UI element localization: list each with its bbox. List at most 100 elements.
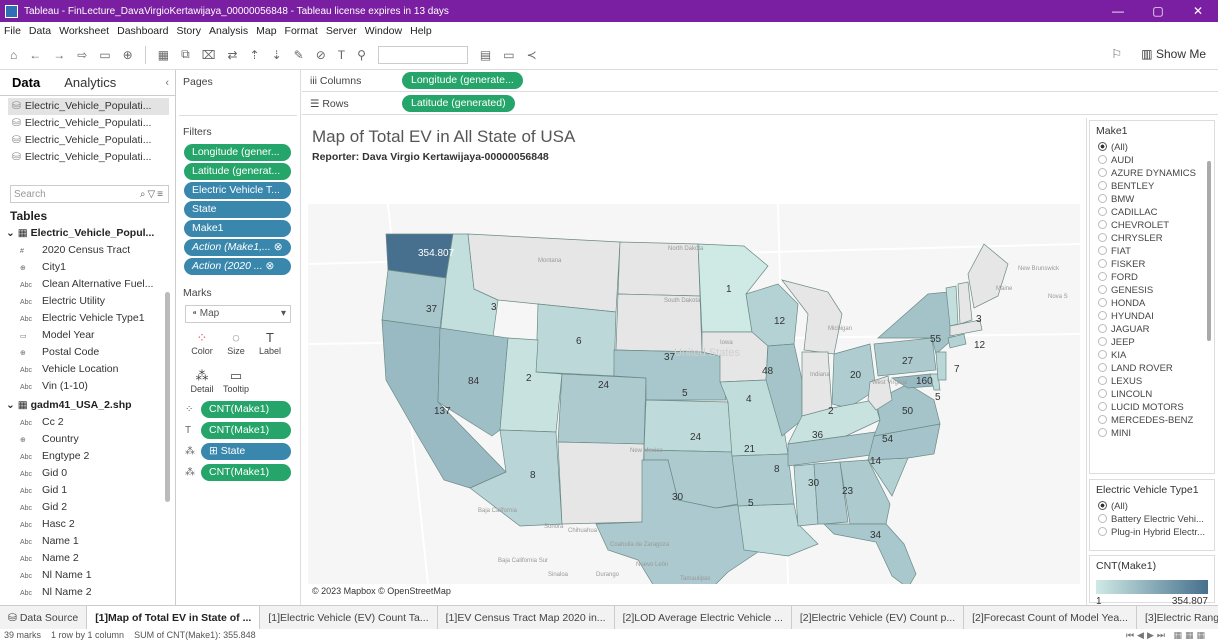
filter-radio-item[interactable]: GENESIS	[1090, 284, 1214, 297]
filter-radio-item[interactable]: Plug-in Hybrid Electr...	[1090, 526, 1214, 539]
pages-card[interactable]: Pages	[179, 72, 297, 116]
filter-radio-item[interactable]: FORD	[1090, 271, 1214, 284]
filter-pill[interactable]: Make1	[184, 220, 291, 237]
field-item[interactable]: ⊕ City1	[0, 259, 175, 276]
field-item[interactable]: Abc Name 1	[0, 533, 175, 550]
filter-radio-item[interactable]: FIAT	[1090, 245, 1214, 258]
datasource-item[interactable]: ⛁ Electric_Vehicle_Populati...	[0, 115, 175, 132]
detail-button[interactable]: ⁂ Detail	[185, 365, 219, 399]
filter-radio-item[interactable]: CHRYSLER	[1090, 232, 1214, 245]
tab-data-source[interactable]: ⛁ Data Source	[0, 606, 88, 629]
make-filter-scrollbar[interactable]	[1207, 161, 1211, 341]
filter-radio-item[interactable]: AZURE DYNAMICS	[1090, 167, 1214, 180]
connect-icon[interactable]: ⇨	[77, 48, 87, 62]
filter-radio-item[interactable]: LUCID MOTORS	[1090, 401, 1214, 414]
mark-pill[interactable]: CNT(Make1)	[201, 401, 291, 418]
table-header[interactable]: ⌄ ▦ Electric_Vehicle_Popul...	[0, 225, 175, 242]
new-datasource-icon[interactable]: ⊕	[123, 48, 133, 62]
rows-pill[interactable]: Latitude (generated)	[402, 95, 515, 112]
field-item[interactable]: Abc Nl Name 2	[0, 584, 175, 601]
menu-story[interactable]: Story	[176, 25, 201, 37]
field-item[interactable]: Abc Nl Name 1	[0, 567, 175, 584]
filters-card[interactable]: Filters Longitude (gener... Latitude (gen…	[179, 122, 297, 277]
field-item[interactable]: Abc Engtype 2	[0, 448, 175, 465]
menu-file[interactable]: File	[4, 25, 21, 37]
menu-help[interactable]: Help	[410, 25, 432, 37]
filter-radio-item[interactable]: MERCEDES-BENZ	[1090, 414, 1214, 427]
tooltip-button[interactable]: ▭ Tooltip	[219, 365, 253, 399]
field-item[interactable]: Abc Hasc 2	[0, 516, 175, 533]
datasource-item[interactable]: ⛁ Electric_Vehicle_Populati...	[0, 149, 175, 166]
filter-radio-item[interactable]: BENTLEY	[1090, 180, 1214, 193]
field-item[interactable]: #2020 Census Tract	[0, 242, 175, 259]
sheet-tab[interactable]: [1]Map of Total EV in State of ...	[87, 606, 261, 629]
menu-format[interactable]: Format	[285, 25, 318, 37]
field-item[interactable]: Abc Electric Utility	[0, 293, 175, 310]
swap-icon[interactable]: ⇄	[227, 48, 237, 62]
datasource-item[interactable]: ⛁ Electric_Vehicle_Populati...	[8, 98, 169, 115]
state-shape[interactable]	[381, 269, 447, 329]
state-shape[interactable]	[643, 399, 733, 453]
filter-radio-item[interactable]: FISKER	[1090, 258, 1214, 271]
filter-radio-item[interactable]: Battery Electric Vehi...	[1090, 513, 1214, 526]
filter-radio-item[interactable]: JEEP	[1090, 336, 1214, 349]
state-shape[interactable]	[935, 351, 947, 381]
menu-server[interactable]: Server	[326, 25, 357, 37]
sheet-tab[interactable]: [2]Electric Vehicle (EV) Count p...	[792, 606, 965, 629]
filter-radio-item[interactable]: KIA	[1090, 349, 1214, 362]
filter-radio-item[interactable]: LINCOLN	[1090, 388, 1214, 401]
size-button[interactable]: ◌ Size	[219, 327, 253, 361]
close-button[interactable]: ✕	[1178, 4, 1218, 18]
datasource-item[interactable]: ⛁ Electric_Vehicle_Populati...	[0, 132, 175, 149]
data-pane-scrollbar[interactable]	[165, 292, 170, 502]
tab-analytics[interactable]: Analytics	[52, 75, 128, 90]
menu-dashboard[interactable]: Dashboard	[117, 25, 168, 37]
sheet-tab[interactable]: [1]Electric Vehicle (EV) Count Ta...	[260, 606, 438, 629]
field-item[interactable]: ▭ Model Year	[0, 327, 175, 344]
menu-window[interactable]: Window	[365, 25, 402, 37]
back-icon[interactable]: ←	[29, 48, 41, 62]
new-sheet-icon[interactable]: ▦	[158, 48, 169, 62]
filter-radio-item[interactable]: LEXUS	[1090, 375, 1214, 388]
field-item[interactable]: Abc Cc 2	[0, 414, 175, 431]
filter-radio-item[interactable]: BMW	[1090, 193, 1214, 206]
filter-pill[interactable]: Longitude (gener...	[184, 144, 291, 161]
filter-pill[interactable]: Electric Vehicle T...	[184, 182, 291, 199]
field-item[interactable]: Abc Clean Alternative Fuel...	[0, 276, 175, 293]
sheet-nav-icons[interactable]: ⏮◀▶⏭ ▦▦▦	[1126, 630, 1208, 641]
field-item[interactable]: Abc Vehicle Location	[0, 361, 175, 378]
field-item[interactable]: Abc Electric Vehicle Type1	[0, 310, 175, 327]
home-icon[interactable]: ⌂	[10, 48, 17, 62]
sheet-tab[interactable]: [2]Forecast Count of Model Yea...	[964, 606, 1137, 629]
sort-desc-icon[interactable]: ⇣	[272, 48, 282, 62]
columns-pill[interactable]: Longitude (generate...	[402, 72, 523, 89]
label-icon[interactable]: T	[338, 48, 345, 62]
field-item[interactable]: Abc Gid 1	[0, 482, 175, 499]
collapse-icon[interactable]: ‹	[165, 77, 169, 89]
mark-pill[interactable]: CNT(Make1)	[201, 464, 291, 481]
label-button[interactable]: T Label	[253, 327, 287, 361]
search-filter-icons[interactable]: ⌕▽≡	[140, 189, 168, 200]
filter-radio-item[interactable]: HYUNDAI	[1090, 310, 1214, 323]
tab-data[interactable]: Data	[0, 75, 52, 90]
fit-dropdown[interactable]	[377, 45, 468, 64]
field-item[interactable]: Abc Vin (1-10)	[0, 378, 175, 395]
clear-icon[interactable]: ⌧	[202, 48, 216, 62]
sheet-tab[interactable]: [1]EV Census Tract Map 2020 in...	[438, 606, 615, 629]
field-item[interactable]: Abc Name 2	[0, 550, 175, 567]
field-item[interactable]: ⊕ Country	[0, 431, 175, 448]
columns-shelf[interactable]: iii Columns Longitude (generate...	[302, 70, 1218, 92]
state-shape[interactable]	[731, 453, 795, 507]
table-header[interactable]: ⌄ ▦ gadm41_USA_2.shp	[0, 397, 175, 414]
filter-radio-item[interactable]: MINI	[1090, 427, 1214, 440]
search-input[interactable]: Search ⌕▽≡	[10, 185, 169, 203]
share-icon[interactable]: ≺	[527, 48, 537, 62]
save-icon[interactable]: ▭	[99, 48, 110, 62]
cards-icon[interactable]: ▤	[480, 48, 491, 62]
filter-radio-item[interactable]: HONDA	[1090, 297, 1214, 310]
filter-pill[interactable]: Action (Make1,... ⊗	[184, 239, 291, 256]
menu-worksheet[interactable]: Worksheet	[59, 25, 109, 37]
filter-radio-item[interactable]: (All)	[1090, 500, 1214, 513]
filter-pill[interactable]: Action (2020 ... ⊗	[184, 258, 291, 275]
filter-radio-item[interactable]: LAND ROVER	[1090, 362, 1214, 375]
